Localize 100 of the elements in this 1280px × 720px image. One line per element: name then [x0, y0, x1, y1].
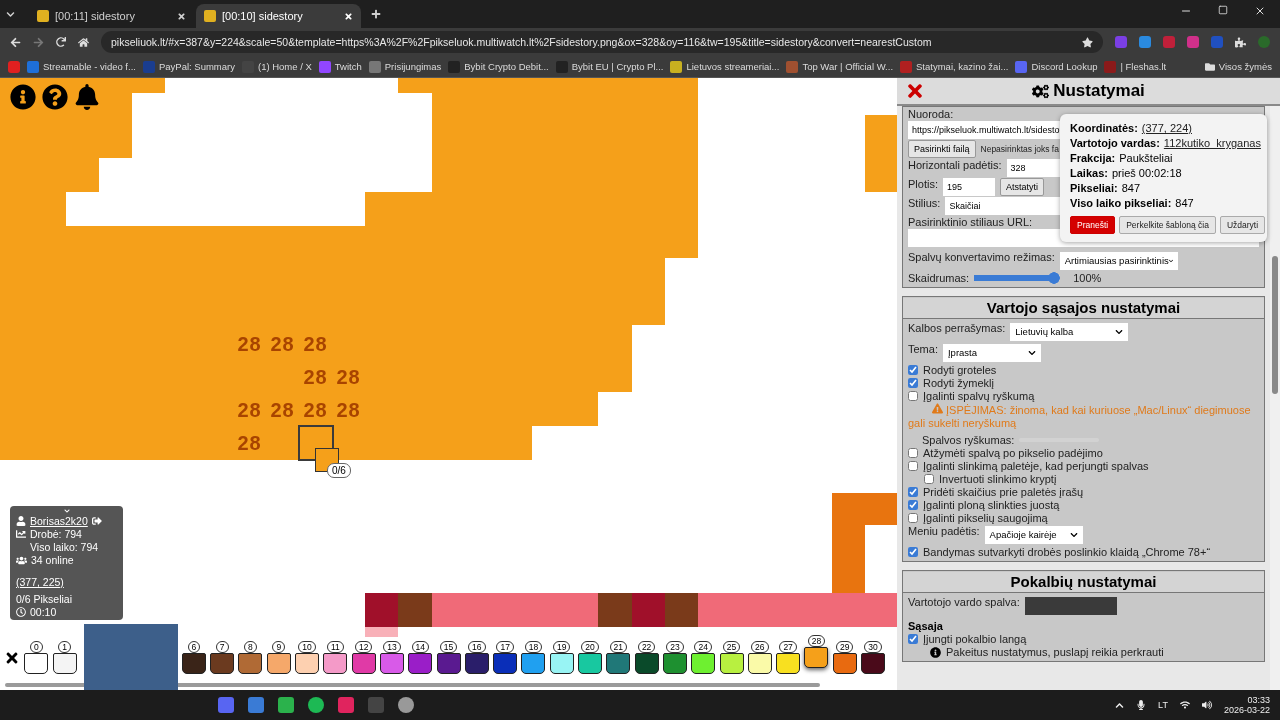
chevron-up-icon[interactable] — [1115, 700, 1125, 710]
username-link[interactable]: Borisas2k20 — [30, 515, 88, 527]
checkbox[interactable] — [908, 513, 918, 523]
color-swatch[interactable] — [24, 653, 49, 674]
app-icon[interactable] — [398, 697, 414, 713]
extensions-icon[interactable] — [1235, 36, 1246, 48]
app-icon[interactable] — [308, 697, 324, 713]
bookmark-link[interactable]: Bybit EU | Crypto Pl... — [555, 60, 664, 73]
close-icon[interactable] — [4, 650, 20, 666]
reload-icon[interactable] — [56, 37, 66, 47]
bookmark-link[interactable]: Discord Lookup — [1015, 60, 1098, 73]
popup-button[interactable]: Perkelkite šabloną čia — [1119, 216, 1216, 234]
color-swatch[interactable] — [351, 653, 376, 674]
color-swatch[interactable] — [210, 653, 235, 674]
close-icon[interactable] — [1254, 5, 1266, 17]
microphone-icon[interactable] — [1136, 700, 1147, 710]
coordinates-link[interactable]: (377, 225) — [16, 576, 64, 588]
new-tab-icon[interactable] — [371, 9, 381, 19]
panel-title: Nustatymai — [1032, 81, 1145, 101]
color-swatch[interactable] — [832, 653, 857, 674]
swatch-number: 22 — [637, 641, 656, 653]
checkbox[interactable] — [908, 547, 918, 557]
color-swatch[interactable] — [464, 653, 489, 674]
bookmark-link[interactable]: Streamable - video f... — [27, 60, 136, 73]
color-swatch[interactable] — [747, 653, 772, 674]
checkbox[interactable] — [908, 448, 918, 458]
color-swatch[interactable] — [323, 653, 348, 674]
bookmarks-folder-link[interactable]: Visos žymės — [1204, 61, 1272, 72]
address-bar[interactable]: pikseliuok.lt/#x=387&y=224&scale=50&template=https%3A%2F%2Fpikseluok.multiwatch.lt%2Fsidestory.png&ox=328&oy=116&tw=195&title=sidestory&convert=nearestCustom — [101, 31, 1103, 53]
bookmark-link[interactable]: Bybit Crypto Debit... — [448, 60, 549, 73]
logout-icon[interactable] — [91, 516, 102, 526]
color-swatch[interactable] — [379, 653, 404, 674]
browser-tab[interactable]: [00:10] sidestory — [196, 4, 361, 28]
close-icon[interactable] — [177, 11, 186, 21]
checkbox-label: Įgalinti slinkimą paletėje, kad perjungti spalvas — [923, 460, 1149, 472]
color-swatch[interactable] — [861, 653, 885, 674]
dropdown[interactable]: Artimiausias pasirinktinis — [1059, 252, 1178, 270]
bookmark-link[interactable]: Statymai, kazino žai... — [900, 60, 1009, 73]
dropdown[interactable]: Įprasta — [942, 344, 1041, 362]
color-swatch[interactable] — [408, 653, 433, 674]
bookmark-star-icon[interactable] — [1082, 36, 1093, 48]
bookmark-link[interactable]: Top War | Official W... — [786, 60, 894, 73]
scrollbar-thumb[interactable] — [1272, 256, 1278, 394]
help-icon[interactable] — [42, 84, 68, 110]
bookmark-link[interactable]: PayPal: Summary — [142, 60, 235, 73]
color-swatch[interactable] — [662, 653, 687, 674]
color-swatch[interactable] — [238, 653, 263, 674]
bookmark-link[interactable]: | Fleshas.lt — [1104, 60, 1167, 73]
bell-icon[interactable] — [74, 84, 100, 110]
popup-button[interactable]: Uždaryti — [1219, 216, 1266, 234]
color-swatch[interactable] — [295, 653, 320, 674]
reset-button[interactable]: Atstatyti — [999, 178, 1044, 196]
dropdown[interactable]: Lietuvių kalba — [1010, 323, 1129, 341]
maximize-icon[interactable] — [1218, 5, 1228, 15]
checkbox[interactable] — [908, 365, 918, 375]
close-icon[interactable] — [344, 11, 353, 21]
value-link[interactable]: (377, 224) — [1141, 122, 1192, 134]
collapse-icon[interactable] — [62, 508, 71, 514]
bookmark-link[interactable]: Lietuvos streameriai... — [670, 60, 780, 73]
color-swatch[interactable] — [804, 647, 829, 668]
bookmark-link[interactable]: Twitch — [318, 60, 362, 73]
checkbox[interactable] — [908, 391, 918, 401]
bookmark-link[interactable]: Prisijungimas — [368, 60, 442, 73]
tab-list-icon[interactable] — [6, 9, 15, 19]
choose-file-button[interactable]: Pasirinkti failą — [908, 140, 976, 158]
volume-icon[interactable] — [1201, 700, 1212, 710]
color-swatch[interactable] — [719, 653, 744, 674]
extension-icon[interactable] — [1139, 36, 1151, 48]
popup-button[interactable]: Pranešti — [1070, 216, 1116, 234]
checkbox[interactable] — [924, 474, 934, 484]
color-swatch[interactable] — [549, 653, 574, 674]
checkbox[interactable] — [908, 487, 918, 497]
color-swatch[interactable] — [691, 653, 716, 674]
checkbox[interactable] — [908, 634, 918, 644]
favicon-icon — [1015, 60, 1028, 73]
color-swatch[interactable] — [436, 653, 461, 674]
color-swatch[interactable] — [578, 653, 603, 674]
home-icon[interactable] — [78, 36, 89, 48]
bookmark-link[interactable]: (1) Home / X — [241, 60, 312, 73]
chevron-down-icon — [1115, 328, 1124, 336]
forward-icon[interactable] — [33, 36, 44, 48]
color-swatch[interactable] — [776, 653, 801, 674]
number-field[interactable]: 195 — [942, 178, 995, 196]
info-icon[interactable] — [10, 84, 36, 110]
color-swatch[interactable] — [266, 653, 291, 674]
color-swatch[interactable] — [606, 653, 631, 674]
browser-tab[interactable]: [00:11] sidestory — [29, 4, 194, 28]
color-swatch[interactable] — [521, 653, 546, 674]
checkbox[interactable] — [908, 378, 918, 388]
checkbox[interactable] — [908, 500, 918, 510]
color-picker[interactable] — [1024, 597, 1117, 615]
checkbox[interactable] — [908, 461, 918, 471]
color-swatch[interactable] — [493, 653, 518, 674]
color-swatch[interactable] — [52, 653, 77, 674]
value-link[interactable]: 112kutiko_kryganas — [1163, 137, 1261, 149]
color-swatch[interactable] — [634, 653, 659, 674]
back-icon[interactable] — [10, 36, 21, 48]
dropdown[interactable]: Apačioje kairėje — [984, 526, 1083, 544]
color-swatch[interactable] — [181, 653, 206, 674]
slider[interactable] — [974, 272, 1061, 284]
